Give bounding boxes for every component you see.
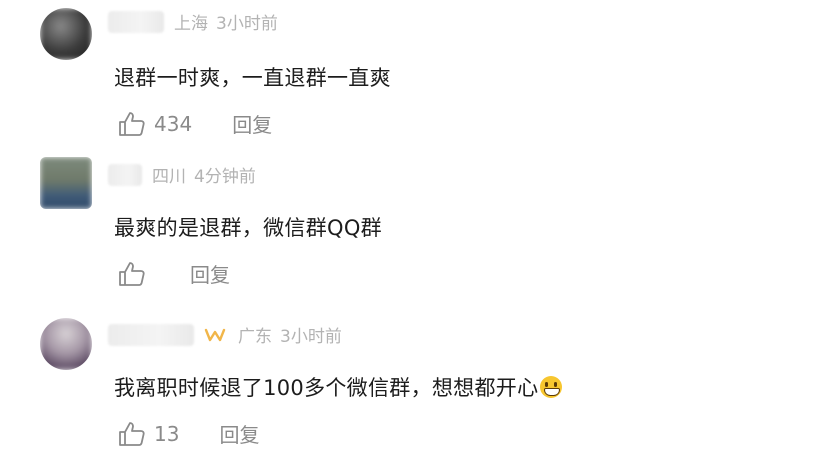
like-button[interactable]: 13 bbox=[118, 421, 179, 447]
timestamp: 3小时前 bbox=[216, 14, 278, 34]
reply-button[interactable]: 回复 bbox=[219, 419, 259, 448]
comment-meta: 上海 3小时前 bbox=[108, 9, 278, 34]
comment-meta: 四川 4分钟前 bbox=[108, 162, 256, 187]
comment-actions: 回复 bbox=[118, 259, 230, 288]
like-count: 434 bbox=[154, 111, 193, 136]
avatar[interactable] bbox=[40, 8, 92, 60]
comment-actions: 13 回复 bbox=[118, 419, 259, 448]
thumb-up-icon bbox=[119, 111, 145, 136]
comment-text: 最爽的是退群，微信群QQ群 bbox=[114, 216, 382, 240]
thumb-up-icon bbox=[119, 261, 145, 286]
reply-button[interactable]: 回复 bbox=[190, 259, 230, 288]
thumb-up-icon bbox=[119, 421, 145, 446]
like-count: 13 bbox=[154, 421, 180, 446]
grin-emoji bbox=[540, 376, 563, 398]
location: 四川 bbox=[152, 167, 186, 187]
avatar[interactable] bbox=[40, 318, 92, 370]
reply-button[interactable]: 回复 bbox=[232, 109, 272, 138]
location: 广东 bbox=[238, 327, 272, 347]
comment-meta: 广东 3小时前 bbox=[108, 322, 342, 347]
comment-text-row: 我离职时候退了100多个微信群，想想都开心 bbox=[114, 372, 563, 402]
avatar[interactable] bbox=[40, 157, 92, 209]
timestamp: 4分钟前 bbox=[194, 167, 256, 187]
comment-text: 我离职时候退了100多个微信群，想想都开心 bbox=[114, 376, 539, 400]
timestamp: 3小时前 bbox=[280, 327, 342, 347]
comment-text: 退群一时爽，一直退群一直爽 bbox=[114, 66, 391, 90]
username-redacted[interactable] bbox=[108, 323, 194, 346]
comment-actions: 434 回复 bbox=[118, 109, 272, 138]
username-redacted[interactable] bbox=[108, 10, 164, 33]
like-button[interactable]: 434 bbox=[118, 111, 192, 137]
username-redacted[interactable] bbox=[108, 163, 142, 186]
like-button[interactable] bbox=[118, 261, 154, 287]
verified-badge-icon bbox=[204, 328, 226, 341]
location: 上海 bbox=[174, 14, 208, 34]
